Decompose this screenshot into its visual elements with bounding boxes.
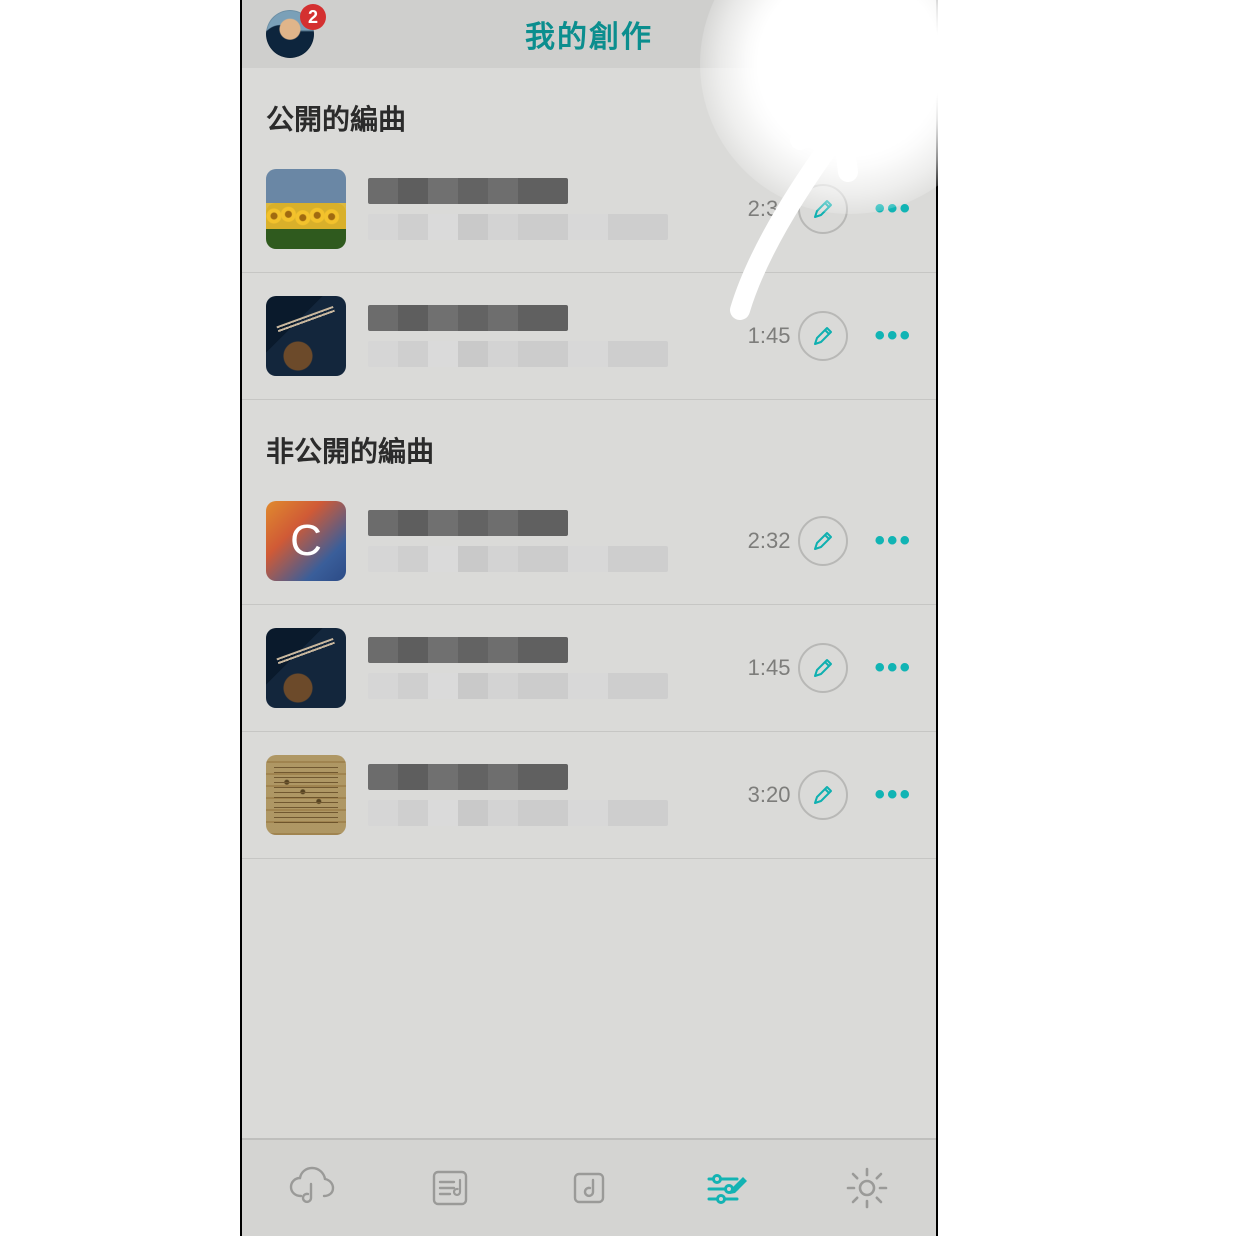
song-thumbnail: [266, 755, 346, 835]
song-thumbnail: [266, 296, 346, 376]
song-row[interactable]: 3:20 •••: [242, 732, 936, 859]
edit-button[interactable]: [798, 770, 848, 820]
song-text: [368, 637, 748, 699]
more-button[interactable]: •••: [874, 651, 912, 685]
song-thumbnail: [266, 169, 346, 249]
song-thumbnail: [266, 628, 346, 708]
song-thumbnail: C: [266, 501, 346, 581]
song-duration: 2:32: [748, 528, 791, 554]
song-text: [368, 510, 748, 572]
more-button[interactable]: •••: [874, 319, 912, 353]
song-row[interactable]: C 2:32 •••: [242, 478, 936, 605]
song-title-redacted: [368, 637, 568, 663]
gear-icon: [842, 1163, 892, 1213]
song-row[interactable]: 1:45 •••: [242, 605, 936, 732]
song-row[interactable]: 1:45 •••: [242, 273, 936, 400]
more-button[interactable]: •••: [874, 192, 912, 226]
more-button[interactable]: •••: [874, 778, 912, 812]
section-header-public: 公開的編曲: [242, 68, 936, 146]
page-title: 我的創作: [525, 12, 653, 56]
song-text: [368, 178, 748, 240]
tab-cloud[interactable]: [279, 1156, 343, 1220]
edit-button[interactable]: [798, 643, 848, 693]
playlist-icon: [426, 1164, 474, 1212]
song-note-icon: [565, 1164, 613, 1212]
song-title-redacted: [368, 178, 568, 204]
song-duration: 1:45: [748, 323, 791, 349]
song-subtitle-redacted: [368, 214, 668, 240]
pencil-icon: [811, 197, 835, 221]
header-bar: 2 我的創作: [242, 0, 936, 68]
song-subtitle-redacted: [368, 800, 668, 826]
add-button[interactable]: [864, 14, 902, 52]
song-row[interactable]: 2:32 •••: [242, 146, 936, 273]
song-text: [368, 305, 748, 367]
notification-badge: 2: [300, 4, 326, 30]
song-title-redacted: [368, 305, 568, 331]
sliders-edit-icon: [703, 1163, 753, 1213]
pencil-icon: [811, 783, 835, 807]
pencil-icon: [811, 656, 835, 680]
pencil-icon: [811, 529, 835, 553]
song-duration: 2:32: [748, 196, 791, 222]
app-screen: 2 我的創作 公開的編曲 2:32 •••: [240, 0, 938, 1236]
tab-bar: [242, 1138, 936, 1236]
cloud-music-icon: [285, 1162, 337, 1214]
edit-button[interactable]: [798, 516, 848, 566]
song-duration: 3:20: [748, 782, 791, 808]
plus-icon: [864, 14, 902, 52]
edit-button[interactable]: [798, 184, 848, 234]
tab-song[interactable]: [557, 1156, 621, 1220]
song-subtitle-redacted: [368, 673, 668, 699]
section-header-private: 非公開的編曲: [242, 400, 936, 478]
song-subtitle-redacted: [368, 341, 668, 367]
song-subtitle-redacted: [368, 546, 668, 572]
more-button[interactable]: •••: [874, 524, 912, 558]
edit-button[interactable]: [798, 311, 848, 361]
song-title-redacted: [368, 764, 568, 790]
song-duration: 1:45: [748, 655, 791, 681]
tab-my-works[interactable]: [696, 1156, 760, 1220]
pencil-icon: [811, 324, 835, 348]
song-title-redacted: [368, 510, 568, 536]
tab-playlist[interactable]: [418, 1156, 482, 1220]
tab-settings[interactable]: [835, 1156, 899, 1220]
song-text: [368, 764, 748, 826]
